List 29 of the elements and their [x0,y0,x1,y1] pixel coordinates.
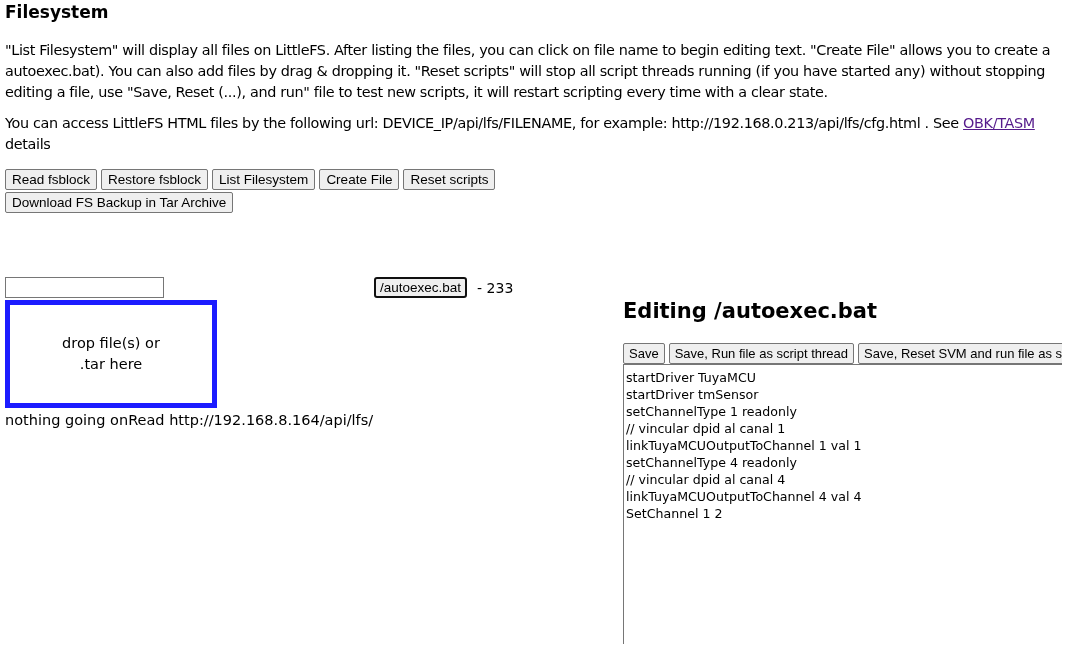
description-text: "List Filesystem" will display all files on LittleFS. After listing the files, you can click on file name to begin editing text. "Create File" allows you to create a autoexec.bat). You can also add files by drag & dropping it. "Reset scripts" will stop all script threads running (if you have started any) without stopping editing a file, use "Save, Reset (...), and run" file to test new scripts, it will restart scripting every time with a clear state. [5,41,1052,102]
save-button[interactable]: Save, Run file as script thread [668,343,855,364]
editor-heading: Editing /autoexec.bat [623,299,879,323]
filename-input[interactable] [5,277,164,298]
code-line: setChannelType 1 readonly [626,403,798,420]
script-editor[interactable] [623,364,1062,644]
file-button[interactable]: /autoexec.bat [374,277,468,298]
action-button[interactable]: Read fsblock [5,169,98,190]
code-line: linkTuyaMCUOutputToChannel 1 val 1 [626,437,863,454]
action-button[interactable]: Create File [319,169,400,190]
docs-link[interactable]: OBK/TASM [963,115,1035,131]
action-button[interactable]: Reset scripts [403,169,496,190]
code-line: SetChannel 1 2 [626,505,724,522]
save-button[interactable]: Save [623,343,665,364]
status-text: nothing going onRead http://192.168.8.164/api/lfs/ [5,412,375,428]
save-button[interactable]: Save, Reset SVM and run file as s [858,343,1062,364]
drop-zone[interactable]: drop file(s) or .tar here [5,300,217,408]
code-line: // vincular dpid al canal 1 [626,420,787,437]
code-line: linkTuyaMCUOutputToChannel 4 val 4 [626,488,863,505]
action-button[interactable]: Download FS Backup in Tar Archive [5,192,234,213]
code-line: startDriver TuyaMCU [626,369,757,386]
description-text: You can access LittleFS HTML files by the following url: DEVICE_IP/api/lfs/FILENAME, for example: http://192.168.0.213/api/lfs/cfg.html . See OBK/TASM details [5,114,1036,154]
action-button[interactable]: List Filesystem [212,169,316,190]
action-button[interactable]: Restore fsblock [101,169,209,190]
code-line: setChannelType 4 readonly [626,454,798,471]
code-line: startDriver tmSensor [626,386,760,403]
code-line: // vincular dpid al canal 4 [626,471,787,488]
file-size: - 233 [477,279,514,296]
page-heading: Filesystem [5,2,110,22]
